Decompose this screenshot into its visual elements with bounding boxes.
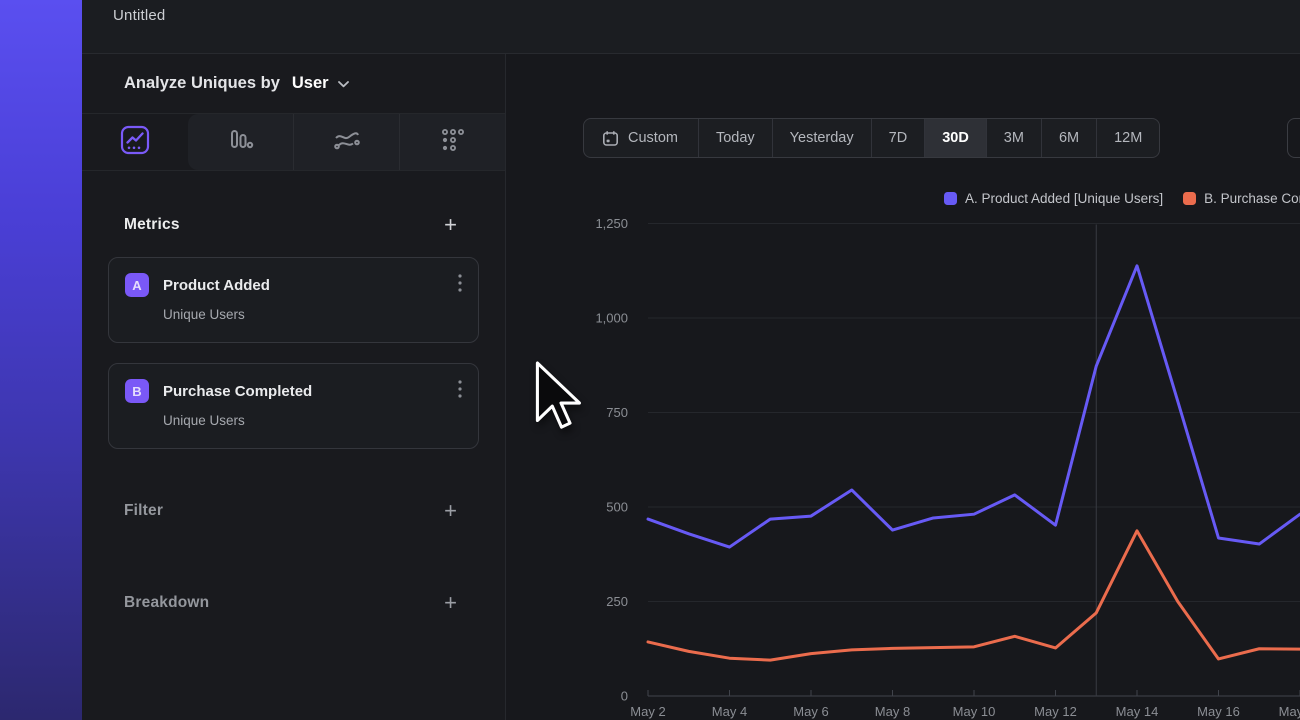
filter-section-header: Filter + xyxy=(82,495,505,527)
metrics-section-header: Metrics + xyxy=(82,209,505,241)
inactive-tab-group xyxy=(188,114,505,170)
y-axis-label: 500 xyxy=(606,500,628,515)
x-axis-label: May 6 xyxy=(793,704,828,719)
y-axis-label: 1,000 xyxy=(595,311,628,326)
tab-retention-grid[interactable] xyxy=(400,114,505,170)
x-axis-label: May 14 xyxy=(1116,704,1159,719)
filter-title: Filter xyxy=(124,502,163,520)
metric-measurement[interactable]: Unique Users xyxy=(163,307,462,322)
kebab-menu-icon[interactable] xyxy=(458,380,462,403)
chart-type-tabs xyxy=(82,114,505,171)
series-line-product-added xyxy=(648,266,1300,547)
breakdown-section-header: Breakdown + xyxy=(82,587,505,619)
x-axis-label: May 16 xyxy=(1197,704,1240,719)
metric-row: B Purchase Completed xyxy=(125,379,462,403)
line-chart: 0 250 500 750 1,000 1,250 May 2 May 4 May 6 May 8… xyxy=(506,54,1300,720)
metric-measurement[interactable]: Unique Users xyxy=(163,413,462,428)
analyze-by-value: User xyxy=(292,74,329,93)
app-header: Untitled xyxy=(82,0,1300,54)
content: Analyze Uniques by User xyxy=(82,54,1300,720)
add-filter-button[interactable]: + xyxy=(444,501,457,521)
x-axis-label: May 8 xyxy=(875,704,910,719)
desktop-background-strip xyxy=(0,0,82,720)
app-window: Untitled Analyze Uniques by User xyxy=(82,0,1300,720)
x-axis-label: May 18 xyxy=(1279,704,1300,719)
x-axis-label: May 12 xyxy=(1034,704,1077,719)
series-line-purchase-completed xyxy=(648,531,1300,660)
bar-chart-icon xyxy=(227,126,254,158)
metric-badge-a: A xyxy=(125,273,149,297)
y-axis-label: 250 xyxy=(606,594,628,609)
y-axis-label: 750 xyxy=(606,405,628,420)
report-title[interactable]: Untitled xyxy=(113,7,165,24)
kebab-menu-icon[interactable] xyxy=(458,274,462,297)
metrics-title: Metrics xyxy=(124,216,180,234)
line-chart-icon xyxy=(120,125,150,160)
chart-panel: CustomTodayYesterday7D30D3M6M12M Compare… xyxy=(506,54,1300,720)
chevron-down-icon xyxy=(338,74,349,93)
tab-line-insights[interactable] xyxy=(82,114,188,170)
x-axis-label: May 4 xyxy=(712,704,747,719)
query-builder-sidebar: Analyze Uniques by User xyxy=(82,54,506,720)
analyze-row: Analyze Uniques by User xyxy=(82,54,505,114)
add-metric-button[interactable]: + xyxy=(444,215,457,235)
metric-badge-b: B xyxy=(125,379,149,403)
x-axis-label: May 10 xyxy=(953,704,996,719)
dots-grid-icon xyxy=(439,126,466,158)
metric-card-b[interactable]: B Purchase Completed Unique Users xyxy=(108,363,479,449)
metric-card-a[interactable]: A Product Added Unique Users xyxy=(108,257,479,343)
metric-name: Product Added xyxy=(163,277,270,294)
analyze-by-dropdown[interactable]: User xyxy=(292,74,349,93)
metric-name: Purchase Completed xyxy=(163,383,312,400)
tab-flow[interactable] xyxy=(294,114,400,170)
tab-bar-chart[interactable] xyxy=(188,114,294,170)
y-axis-label: 0 xyxy=(621,689,628,704)
flow-icon xyxy=(333,128,361,157)
analyze-label: Analyze Uniques by xyxy=(124,74,280,93)
x-axis-label: May 2 xyxy=(630,704,665,719)
breakdown-title: Breakdown xyxy=(124,594,209,612)
y-axis-label: 1,250 xyxy=(595,216,628,231)
metric-row: A Product Added xyxy=(125,273,462,297)
add-breakdown-button[interactable]: + xyxy=(444,593,457,613)
